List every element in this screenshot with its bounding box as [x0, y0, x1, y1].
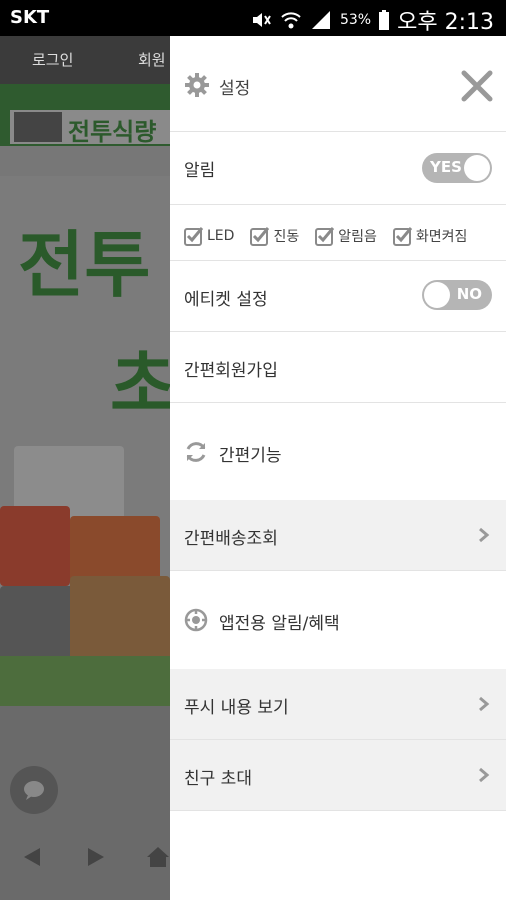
delivery-lookup-item[interactable]: 간편배송조회: [170, 500, 506, 571]
chevron-right-icon: [479, 767, 490, 783]
drawer-header: 설정: [170, 36, 506, 131]
quick-functions-label: 간편기능: [219, 446, 282, 466]
forward-arrow-icon: [88, 848, 104, 866]
app-benefits-section: 앱전용 알림/혜택: [170, 571, 506, 669]
back-arrow-icon: [24, 848, 40, 866]
drawer-title: 설정: [219, 79, 251, 99]
notification-options-row: LED 진동 알림음 화면켜짐: [170, 204, 506, 261]
chat-icon: [24, 781, 44, 800]
soldier-image: [14, 112, 62, 142]
app-benefits-label: 앱전용 알림/혜택: [219, 614, 340, 634]
status-bar: SKT 53% 오후 2:13: [0, 0, 506, 36]
product-package: [0, 506, 70, 586]
toggle-state-label: YES: [430, 158, 462, 176]
notification-toggle[interactable]: YES: [422, 153, 492, 183]
target-icon: [184, 608, 208, 632]
toggle-knob: [424, 282, 450, 308]
hero-text-1: 전투: [18, 223, 151, 307]
signup-item[interactable]: 간편회원가입: [170, 332, 506, 403]
refresh-icon: [186, 442, 206, 462]
etiquette-label: 에티켓 설정: [184, 290, 268, 310]
close-icon[interactable]: [460, 69, 494, 103]
hero-text-2: 초: [110, 343, 177, 427]
checkbox-led[interactable]: LED: [184, 226, 234, 246]
carrier-label: SKT: [10, 7, 50, 28]
battery-icon: [379, 10, 390, 30]
checkbox-checked-icon: [250, 227, 270, 246]
mute-icon: [252, 13, 271, 27]
notification-row: 알림 YES: [170, 131, 506, 205]
etiquette-row: 에티켓 설정 NO: [170, 261, 506, 332]
background-login-link: 로그인: [32, 51, 74, 69]
push-view-item[interactable]: 푸시 내용 보기: [170, 669, 506, 740]
etiquette-toggle[interactable]: NO: [422, 280, 492, 310]
push-view-label: 푸시 내용 보기: [184, 698, 289, 718]
invite-friend-label: 친구 초대: [184, 769, 252, 789]
checkbox-checked-icon: [315, 227, 335, 246]
background-banner: 전투식량: [10, 110, 170, 146]
toggle-state-label: NO: [456, 285, 482, 303]
checkbox-checked-icon: [392, 227, 412, 246]
chevron-right-icon: [479, 696, 490, 712]
signal-icon: [311, 11, 330, 29]
checkbox-screen-on-label: 화면켜짐: [415, 229, 468, 245]
checkbox-sound[interactable]: 알림음: [315, 226, 377, 246]
checkbox-led-label: LED: [207, 228, 235, 244]
chevron-right-icon: [479, 527, 490, 543]
checkbox-screen-on[interactable]: 화면켜짐: [392, 226, 468, 246]
notification-label: 알림: [184, 161, 216, 181]
invite-friend-item[interactable]: 친구 초대: [170, 740, 506, 811]
settings-drawer: 설정 알림 YES LED 진동 알림음 화면켜짐 에티켓 설정 NO 간편회원…: [170, 36, 506, 900]
chat-bubble-button: [10, 766, 58, 814]
wifi-icon: [281, 12, 301, 29]
signup-label: 간편회원가입: [184, 361, 278, 381]
checkbox-vibration[interactable]: 진동: [250, 226, 299, 246]
checkbox-checked-icon: [184, 227, 204, 246]
background-member-link: 회원: [138, 51, 166, 69]
toggle-knob: [464, 155, 490, 181]
checkbox-sound-label: 알림음: [338, 229, 377, 245]
home-icon: [147, 847, 169, 867]
delivery-lookup-label: 간편배송조회: [184, 529, 278, 549]
battery-percent: 53%: [339, 12, 372, 28]
clock: 오후 2:13: [397, 10, 494, 35]
checkbox-vibration-label: 진동: [273, 229, 300, 245]
gear-icon: [185, 73, 209, 97]
banner-text: 전투식량: [68, 118, 157, 146]
quick-functions-section: 간편기능: [170, 403, 506, 500]
